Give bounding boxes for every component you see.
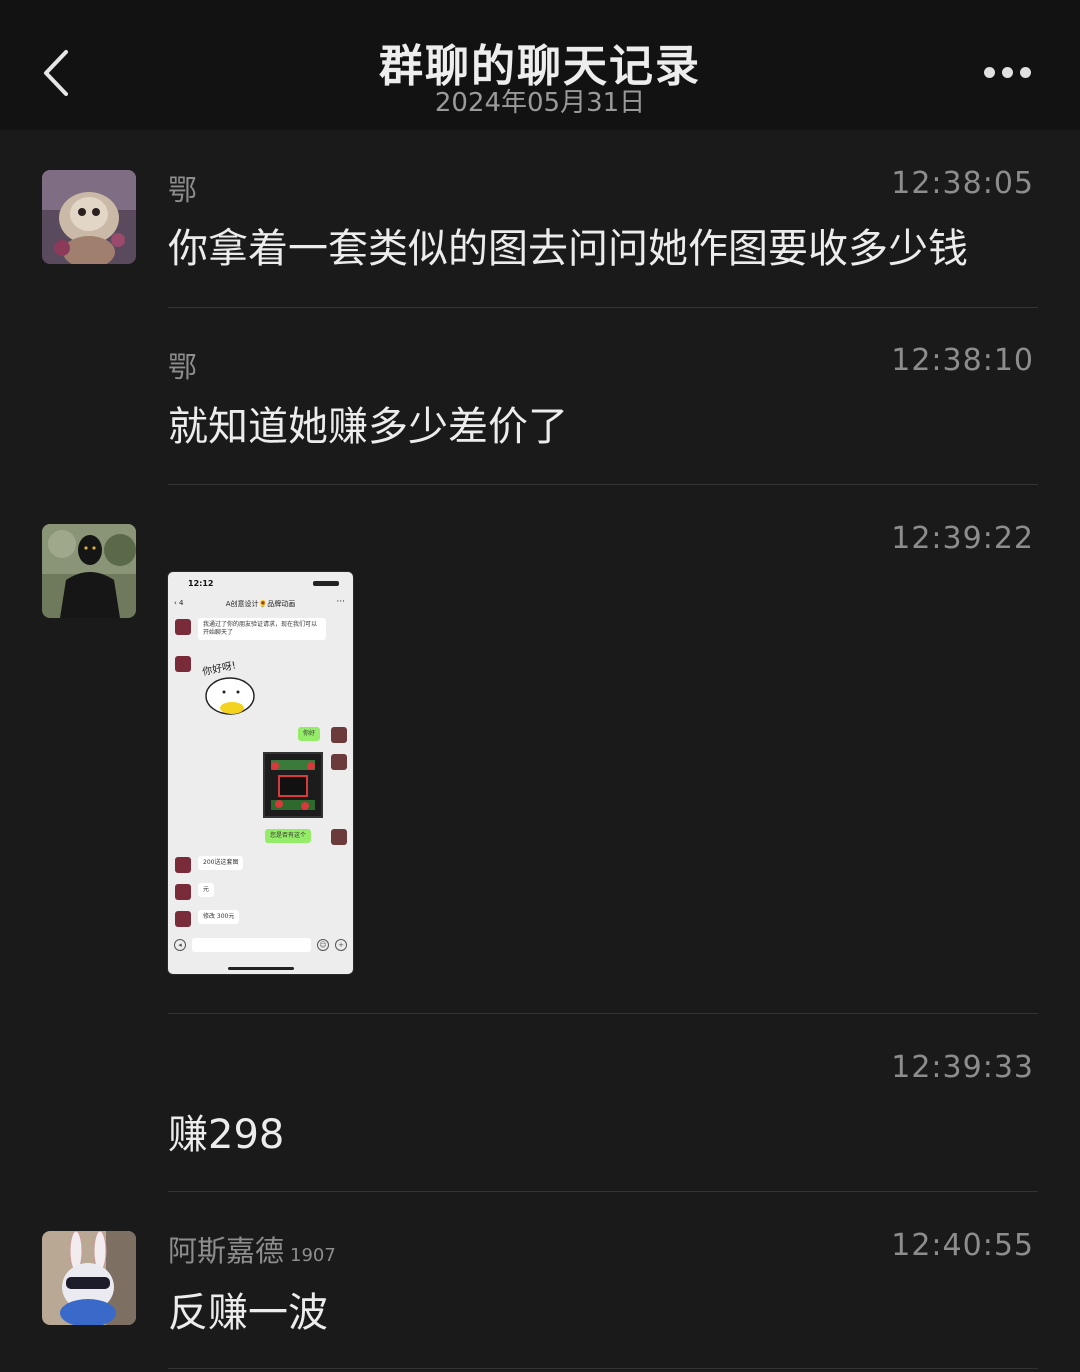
chat-bubble: 元 (198, 883, 215, 897)
plus-icon: + (335, 939, 347, 951)
sender-name: 阿斯嘉德 1907 (168, 1228, 336, 1270)
sender-name: 鄂 (168, 173, 198, 207)
emoji-icon: ☺ (317, 939, 329, 951)
chat-input (192, 938, 311, 952)
chat-title: A创意设计🌻品牌动画 (225, 600, 296, 608)
nav-header: 群聊的聊天记录 2024年05月31日 (0, 0, 1080, 130)
avatar (331, 829, 347, 845)
avatar (175, 857, 191, 873)
chat-more: ··· (336, 597, 345, 607)
message-time: 12:39:22 (891, 521, 1034, 556)
shared-image (263, 752, 323, 818)
chat-bubble: 修改 300元 (198, 910, 240, 924)
message-text: 就知道她赚多少差价了 (168, 404, 568, 450)
sender-suffix: 1907 (290, 1245, 336, 1266)
chat-bubble: 您是否有这个 (265, 829, 312, 843)
sticker-text: 你好呀! (201, 658, 237, 678)
avatar[interactable] (42, 1231, 136, 1325)
chat-input-bar: ◂ ☺ + (172, 936, 349, 954)
avatar (331, 754, 347, 770)
avatar[interactable] (42, 524, 136, 618)
more-button[interactable] (975, 58, 1039, 88)
message-time: 12:38:10 (891, 343, 1034, 378)
divider (168, 1191, 1038, 1192)
message-time: 12:38:05 (891, 166, 1034, 201)
status-icons (313, 581, 339, 586)
sender-name: 鄂 (168, 350, 198, 384)
home-indicator (228, 967, 294, 970)
divider (168, 307, 1038, 308)
avatar[interactable] (42, 170, 136, 264)
message-time: 12:39:33 (891, 1050, 1034, 1085)
sticker-image: 你好呀! (201, 658, 255, 715)
screenshot-image[interactable]: 12:12 ‹ 4 A创意设计🌻品牌动画 ··· 我通过了你的朋友验证请求，现在… (167, 571, 354, 975)
message-text: 反赚一波 (168, 1290, 328, 1336)
message-text: 赚298 (168, 1112, 285, 1158)
chat-bubble: 200送这套图 (198, 856, 244, 870)
chat-bubble: 你好 (298, 727, 321, 741)
sender-name-text: 阿斯嘉德 (168, 1234, 285, 1268)
more-horizontal-icon (984, 67, 995, 78)
avatar (175, 911, 191, 927)
voice-icon: ◂ (174, 939, 186, 951)
avatar (331, 727, 347, 743)
divider (168, 484, 1038, 485)
chat-bubble: 我通过了你的朋友验证请求，现在我们可以开始聊天了 (198, 618, 326, 640)
page-date: 2024年05月31日 (434, 88, 646, 118)
status-time: 12:12 (188, 579, 214, 588)
message-time: 12:40:55 (891, 1228, 1034, 1263)
avatar (175, 884, 191, 900)
divider (168, 1013, 1038, 1014)
avatar (175, 656, 191, 672)
avatar (175, 619, 191, 635)
divider (168, 1368, 1038, 1369)
message-text: 你拿着一套类似的图去问问她作图要收多少钱 (168, 226, 968, 272)
